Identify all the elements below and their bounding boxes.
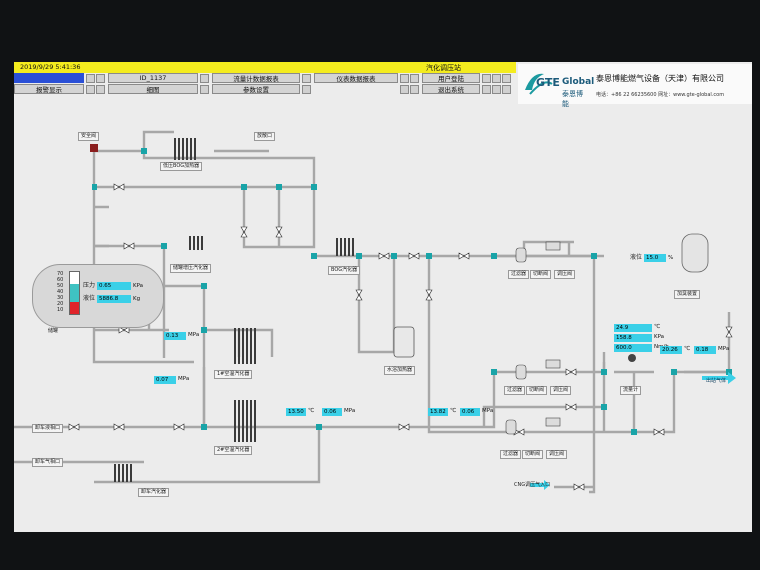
storage-tank: 70 60 50 40 30 20 10 压力 0.65 KPa 液位 5886… bbox=[32, 264, 164, 328]
reading-r3-press-unit: MPa bbox=[344, 408, 356, 414]
outlet-label: 出站气体 bbox=[706, 378, 727, 384]
reading-r3-press: 0.06 bbox=[322, 408, 342, 416]
outlet-pressure-value: 0.18 bbox=[694, 346, 716, 354]
flowmeter-temp-unit: ℃ bbox=[654, 324, 661, 330]
shutoff-label-2: 切断阀 bbox=[526, 386, 548, 395]
tank-name: 储罐 bbox=[48, 328, 59, 334]
tank-booster-label: 储罐增压汽化器 bbox=[170, 264, 212, 273]
reading-r4-temp: 13.82 bbox=[428, 408, 448, 416]
reading-r1-value: 0.13 bbox=[164, 332, 186, 340]
reading-r4-press: 0.06 bbox=[460, 408, 480, 416]
reading-r4-press-unit: MPa bbox=[482, 408, 494, 414]
hmi-screen: 2019/9/29 5:41:36 汽化调压站 ID_1137 流量计数据报表 … bbox=[14, 62, 752, 532]
filter-label-2: 过滤器 bbox=[504, 386, 526, 395]
unload-vaporizer-label: 卸车汽化器 bbox=[138, 488, 170, 497]
shutoff-label-1: 切断阀 bbox=[530, 270, 552, 279]
air-vaporizer-2-label: 2#空温汽化器 bbox=[214, 446, 253, 455]
odor-level-value: 15.0 bbox=[644, 254, 666, 262]
odorizer-label: 加臭装置 bbox=[674, 290, 701, 299]
tank-level-bar bbox=[69, 271, 80, 315]
outlet-pressure-unit: MPa bbox=[718, 346, 730, 352]
filter-label-3: 过滤器 bbox=[500, 450, 522, 459]
reading-r4-temp-unit: ℃ bbox=[450, 408, 457, 414]
tank-pressure-label: 压力 bbox=[83, 282, 96, 289]
tank-level-unit: Kg bbox=[133, 296, 141, 302]
air-vaporizer-1-label: 1#空温汽化器 bbox=[214, 370, 253, 379]
safety-valve-label: 安全阀 bbox=[78, 132, 100, 141]
tank-level-fill bbox=[70, 284, 79, 302]
tank-level-value: 5886.8 bbox=[97, 295, 131, 303]
tank-level-alarm bbox=[70, 302, 79, 314]
low-pressure-heater-label: 低压BOG加热器 bbox=[160, 162, 203, 171]
outlet-temp-value: 20.26 bbox=[660, 346, 682, 354]
vent-label: 放散口 bbox=[254, 132, 276, 141]
tank-pressure-value: 0.65 bbox=[97, 282, 131, 290]
filter-label-1: 过滤器 bbox=[508, 270, 530, 279]
flowmeter-pressure-value: 158.8 bbox=[614, 334, 652, 342]
reading-r3-temp: 13.50 bbox=[286, 408, 306, 416]
reading-r2-unit: MPa bbox=[178, 376, 190, 382]
unload-liquid-label: 卸车液相口 bbox=[32, 424, 64, 433]
reading-r2-value: 0.07 bbox=[154, 376, 176, 384]
unload-gas-label: 卸车气相口 bbox=[32, 458, 64, 467]
flowmeter-rate-value: 600.0 bbox=[614, 344, 652, 352]
flowmeter-temp-value: 24.9 bbox=[614, 324, 652, 332]
regulator-label-1: 调压阀 bbox=[554, 270, 576, 279]
odor-level-unit: % bbox=[668, 255, 674, 261]
shutoff-label-3: 切断阀 bbox=[522, 450, 544, 459]
reading-r1-unit: MPa bbox=[188, 332, 200, 338]
odor-level-label: 液位 bbox=[630, 254, 643, 261]
tank-scale-10: 10 bbox=[57, 307, 64, 313]
flowmeter-label: 流量计 bbox=[620, 386, 642, 395]
regulator-label-3: 调压阀 bbox=[546, 450, 568, 459]
tank-pressure-unit: KPa bbox=[133, 283, 144, 289]
bog-vaporizer-label: BOG汽化器 bbox=[328, 266, 361, 275]
reading-r3-temp-unit: ℃ bbox=[308, 408, 315, 414]
regulator-label-2: 调压阀 bbox=[550, 386, 572, 395]
cng-inlet-label: CNG调压气入口 bbox=[514, 482, 551, 488]
outlet-temp-unit: ℃ bbox=[684, 346, 691, 352]
tank-level-label: 液位 bbox=[83, 295, 96, 302]
water-heater-label: 水浴加热器 bbox=[384, 366, 416, 375]
flowmeter-pressure-unit: KPa bbox=[654, 334, 665, 340]
